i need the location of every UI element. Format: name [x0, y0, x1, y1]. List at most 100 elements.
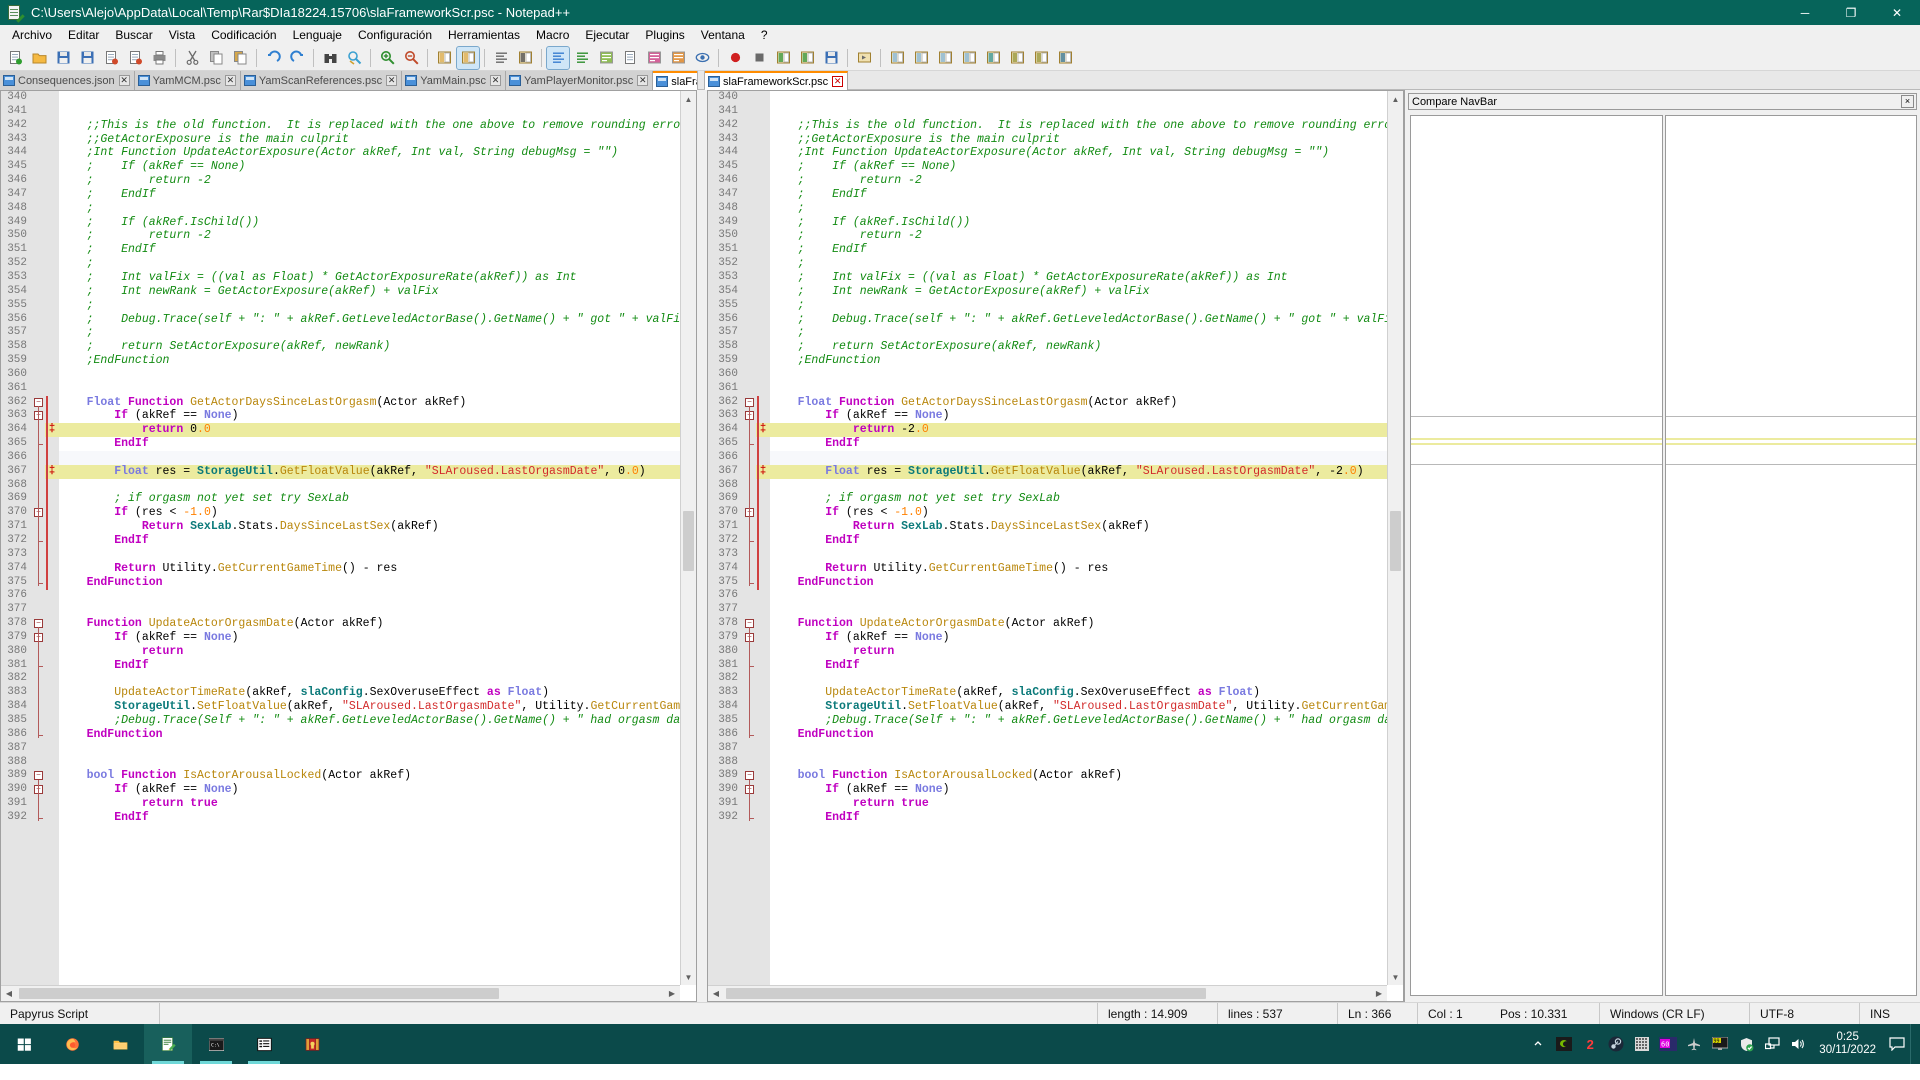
scroll-down-arrow[interactable]: ▼ [1388, 969, 1403, 985]
menu-item-lenguaje[interactable]: Lenguaje [285, 26, 350, 44]
code-line[interactable] [770, 382, 1403, 396]
code-line[interactable]: ;Debug.Trace(Self + ": " + akRef.GetLeve… [770, 714, 1403, 728]
scrollbar-thumb[interactable] [683, 511, 694, 571]
code-line[interactable]: ; return SetActorExposure(akRef, newRank… [770, 340, 1403, 354]
code-line[interactable]: ; If (akRef.IsChild()) [59, 216, 696, 230]
maximize-button[interactable]: ❐ [1828, 0, 1874, 25]
code-line[interactable]: ;;This is the old function. It is replac… [59, 119, 696, 133]
code-line[interactable]: EndFunction [770, 576, 1403, 590]
code-line[interactable]: ; if orgasm not yet set try SexLab [59, 492, 696, 506]
code-line[interactable]: return 0.0 [59, 423, 696, 438]
code-line[interactable] [770, 756, 1403, 770]
code-line[interactable] [770, 742, 1403, 756]
code-line[interactable]: ;EndFunction [59, 354, 696, 368]
document-tab[interactable]: YamScanReferences.psc ✕ [240, 71, 403, 90]
code-line[interactable]: ; Int newRank = GetActorExposure(akRef) … [770, 285, 1403, 299]
code-line[interactable] [59, 589, 696, 603]
scrollbar-thumb[interactable] [726, 988, 1206, 999]
close-tab-icon[interactable]: ✕ [118, 75, 130, 86]
steam-icon[interactable] [1603, 1024, 1629, 1064]
code-line[interactable]: EndIf [770, 534, 1403, 548]
code-line[interactable]: ; return -2 [59, 174, 696, 188]
replace-icon[interactable] [343, 47, 365, 69]
code-line[interactable]: Return SexLab.Stats.DaysSinceLastSex(akR… [59, 520, 696, 534]
document-tab[interactable]: Consequences.json ✕ [0, 71, 135, 90]
code-line[interactable]: return true [770, 797, 1403, 811]
scroll-left-arrow[interactable]: ◀ [708, 986, 724, 1001]
code-line[interactable]: ; EndIf [59, 243, 696, 257]
user-lang-icon[interactable] [595, 47, 617, 69]
code-line[interactable] [59, 672, 696, 686]
close-tab-icon[interactable]: ✕ [637, 75, 649, 86]
code-line[interactable]: UpdateActorTimeRate(akRef, slaConfig.Sex… [770, 686, 1403, 700]
folder-as-workspace-icon[interactable] [667, 47, 689, 69]
code-line[interactable]: Function UpdateActorOrgasmDate(Actor akR… [59, 617, 696, 631]
fold-margin-right[interactable]: −−−−−−− [742, 91, 756, 1001]
scroll-left-arrow[interactable]: ◀ [1, 986, 17, 1001]
code-line[interactable]: If (res < -1.0) [770, 506, 1403, 520]
code-line[interactable]: ; Debug.Trace(self + ": " + akRef.GetLev… [59, 313, 696, 327]
code-line[interactable] [59, 368, 696, 382]
start-button[interactable] [0, 1024, 48, 1064]
code-line[interactable]: ; EndIf [770, 188, 1403, 202]
panel-c-icon[interactable] [934, 47, 956, 69]
code-line[interactable]: ; [59, 326, 696, 340]
menu-item-[interactable]: ? [753, 26, 776, 44]
code-line[interactable]: ; return -2 [770, 174, 1403, 188]
msi-afterburner-icon[interactable]: 99 [1707, 1024, 1733, 1064]
compare-navbar-body[interactable] [1408, 112, 1917, 999]
code-line[interactable] [770, 548, 1403, 562]
network-icon[interactable] [1759, 1024, 1785, 1064]
code-line[interactable]: ; Int valFix = ((val as Float) * GetActo… [770, 271, 1403, 285]
scroll-up-arrow[interactable]: ▲ [1388, 91, 1403, 107]
code-line[interactable]: EndIf [59, 437, 696, 451]
vertical-scrollbar-right[interactable]: ▲ ▼ [1387, 91, 1403, 985]
code-line[interactable] [770, 603, 1403, 617]
taskbar-clock[interactable]: 0:25 30/11/2022 [1811, 1031, 1884, 1057]
windows-security-icon[interactable] [1733, 1024, 1759, 1064]
code-line[interactable]: If (akRef == None) [770, 631, 1403, 645]
navbar-column-left[interactable] [1410, 115, 1663, 996]
code-line[interactable]: ;EndFunction [770, 354, 1403, 368]
tray-badge-count[interactable]: 2 [1577, 1024, 1603, 1064]
code-line[interactable]: ; [770, 257, 1403, 271]
code-line[interactable]: EndIf [59, 659, 696, 673]
open-file-icon[interactable] [28, 47, 50, 69]
code-line[interactable]: ; return -2 [770, 229, 1403, 243]
document-tab[interactable]: YamMain.psc ✕ [402, 71, 507, 90]
panel-a-icon[interactable] [886, 47, 908, 69]
code-line[interactable]: EndFunction [770, 728, 1403, 742]
menu-item-codificacin[interactable]: Codificación [203, 26, 284, 44]
indent-guide-icon[interactable] [546, 45, 570, 70]
code-line[interactable]: ; [59, 257, 696, 271]
editor-pane-left[interactable]: 340 341 342 343 344 345 346 347 348 349 350 351 352 3… [0, 90, 697, 1002]
redo-icon[interactable] [286, 47, 308, 69]
record-macro-icon[interactable] [724, 47, 746, 69]
print-icon[interactable] [148, 47, 170, 69]
menu-item-vista[interactable]: Vista [161, 26, 203, 44]
code-line[interactable] [59, 382, 696, 396]
code-line[interactable] [59, 450, 696, 465]
cut-icon[interactable] [181, 47, 203, 69]
menu-item-buscar[interactable]: Buscar [107, 26, 160, 44]
scrollbar-thumb[interactable] [1390, 511, 1401, 571]
grid-app-icon[interactable] [1629, 1024, 1655, 1064]
code-line[interactable]: If (akRef == None) [770, 409, 1403, 423]
code-line[interactable]: EndFunction [59, 576, 696, 590]
code-line[interactable] [770, 91, 1403, 105]
code-line[interactable]: Function UpdateActorOrgasmDate(Actor akR… [770, 617, 1403, 631]
code-line[interactable] [59, 756, 696, 770]
code-line[interactable]: If (akRef == None) [59, 631, 696, 645]
code-line[interactable]: EndIf [770, 811, 1403, 825]
close-tab-icon[interactable]: ✕ [490, 75, 502, 86]
show-all-chars-icon[interactable] [571, 47, 593, 69]
zoom-out-icon[interactable] [400, 47, 422, 69]
code-line[interactable]: If (akRef == None) [59, 783, 696, 797]
code-line[interactable] [770, 672, 1403, 686]
code-line[interactable] [770, 368, 1403, 382]
code-line[interactable]: ; Debug.Trace(self + ": " + akRef.GetLev… [770, 313, 1403, 327]
code-line[interactable]: ; [770, 202, 1403, 216]
code-line[interactable]: ; [770, 299, 1403, 313]
volume-icon[interactable] [1785, 1024, 1811, 1064]
stop-macro-icon[interactable] [748, 47, 770, 69]
